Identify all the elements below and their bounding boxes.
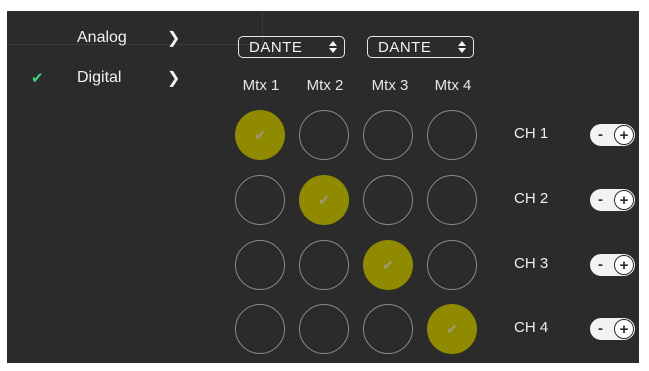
matrix-cell[interactable] bbox=[363, 175, 413, 225]
plus-icon: + bbox=[614, 125, 634, 145]
source-select-1[interactable]: DANTE bbox=[238, 36, 345, 58]
plus-icon: + bbox=[614, 190, 634, 210]
matrix-cell[interactable] bbox=[235, 240, 285, 290]
matrix-cell[interactable]: ✔ bbox=[235, 110, 285, 160]
plus-icon: + bbox=[614, 319, 634, 339]
column-header-mtx4: Mtx 4 bbox=[434, 77, 472, 94]
select-arrows-icon bbox=[329, 41, 337, 53]
matrix-cell[interactable] bbox=[299, 110, 349, 160]
row-label-ch3: CH 3 bbox=[514, 255, 549, 272]
row-label-ch2: CH 2 bbox=[514, 190, 549, 207]
minus-icon: - bbox=[598, 126, 603, 143]
matrix-cell[interactable] bbox=[363, 304, 413, 354]
minus-icon: - bbox=[598, 320, 603, 337]
routing-panel: Analog ❯ ✔ Digital ❯ DANTE DANTE Mtx 1 M… bbox=[7, 11, 639, 363]
matrix-cell[interactable] bbox=[427, 240, 477, 290]
source-select-2[interactable]: DANTE bbox=[367, 36, 474, 58]
level-toggle-ch1[interactable]: - + bbox=[590, 124, 635, 146]
level-toggle-ch3[interactable]: - + bbox=[590, 254, 635, 276]
select-value: DANTE bbox=[249, 38, 303, 56]
minus-icon: - bbox=[598, 256, 603, 273]
menu-item-analog[interactable]: Analog ❯ bbox=[7, 23, 197, 53]
chevron-right-icon: ❯ bbox=[167, 30, 181, 47]
matrix-cell[interactable]: ✔ bbox=[427, 304, 477, 354]
check-icon: ✔ bbox=[318, 191, 330, 208]
matrix-cell[interactable] bbox=[299, 240, 349, 290]
menu-item-label: Analog bbox=[77, 29, 127, 46]
row-label-ch4: CH 4 bbox=[514, 319, 549, 336]
check-icon: ✔ bbox=[446, 320, 458, 337]
matrix-cell[interactable] bbox=[427, 175, 477, 225]
minus-icon: - bbox=[598, 191, 603, 208]
menu-item-label: Digital bbox=[77, 69, 122, 86]
column-header-mtx1: Mtx 1 bbox=[242, 77, 280, 94]
level-toggle-ch4[interactable]: - + bbox=[590, 318, 635, 340]
select-arrows-icon bbox=[458, 41, 466, 53]
row-label-ch1: CH 1 bbox=[514, 125, 549, 142]
matrix-cell[interactable] bbox=[235, 304, 285, 354]
column-header-mtx2: Mtx 2 bbox=[306, 77, 344, 94]
level-toggle-ch2[interactable]: - + bbox=[590, 189, 635, 211]
select-value: DANTE bbox=[378, 38, 432, 56]
menu-item-digital[interactable]: ✔ Digital ❯ bbox=[7, 63, 197, 93]
plus-icon: + bbox=[614, 255, 634, 275]
matrix-cell[interactable] bbox=[235, 175, 285, 225]
matrix-cell[interactable]: ✔ bbox=[299, 175, 349, 225]
matrix-cell[interactable] bbox=[363, 110, 413, 160]
matrix-cell[interactable] bbox=[299, 304, 349, 354]
matrix-cell[interactable]: ✔ bbox=[363, 240, 413, 290]
check-icon: ✔ bbox=[254, 126, 266, 143]
chevron-right-icon: ❯ bbox=[167, 70, 181, 87]
check-icon: ✔ bbox=[31, 70, 44, 87]
check-icon: ✔ bbox=[382, 256, 394, 273]
column-header-mtx3: Mtx 3 bbox=[371, 77, 409, 94]
matrix-cell[interactable] bbox=[427, 110, 477, 160]
